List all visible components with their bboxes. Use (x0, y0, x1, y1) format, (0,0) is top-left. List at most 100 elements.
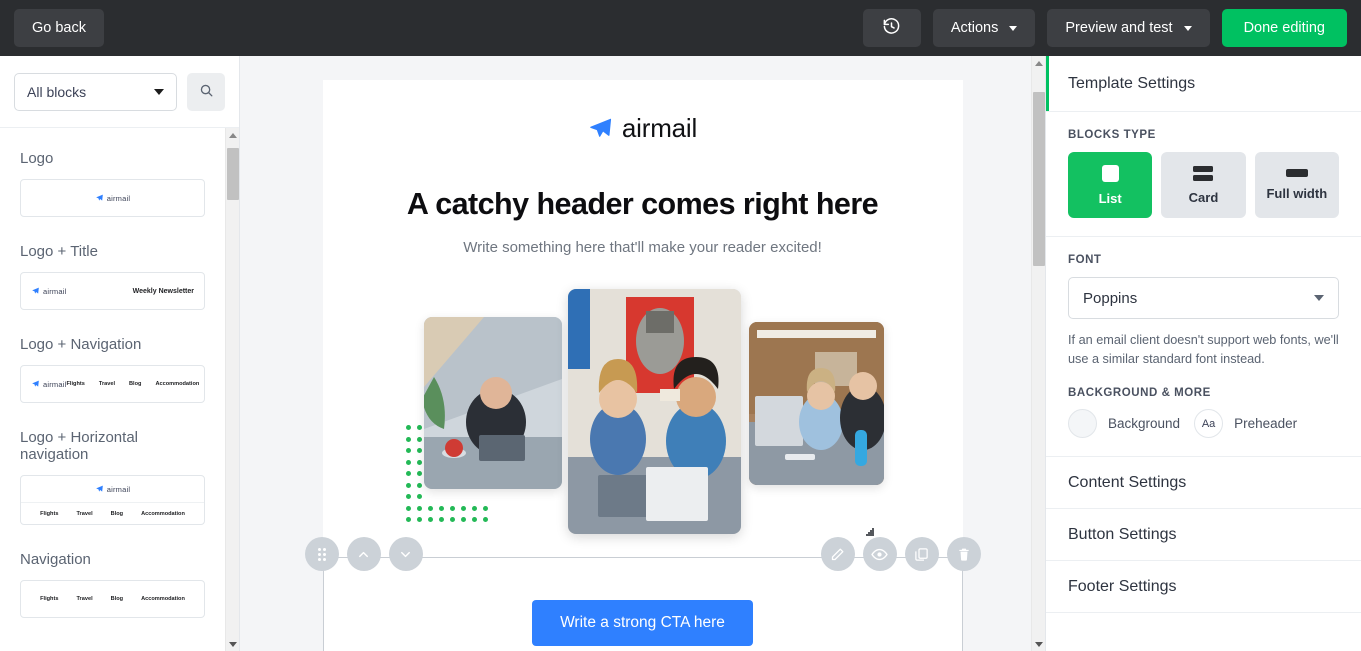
block-preview-logo[interactable]: airmail (20, 179, 205, 217)
decorative-dot (405, 448, 411, 453)
editor-body: All blocks Logo airmail Logo + Title air… (0, 56, 1361, 651)
delete-trash-icon[interactable] (946, 537, 981, 571)
footer-settings-section[interactable]: Footer Settings (1046, 561, 1361, 614)
duplicate-icon[interactable] (904, 537, 939, 571)
search-icon (199, 83, 214, 101)
scroll-up-arrow-icon[interactable] (226, 128, 240, 142)
nav-item: Accommodation (141, 596, 185, 602)
chevron-down-icon (1183, 25, 1192, 31)
block-group-title: Logo (20, 150, 54, 167)
scrollbar-track[interactable] (1032, 70, 1046, 637)
nav-item: Accommodation (141, 510, 185, 517)
scrollbar-track[interactable] (226, 142, 240, 637)
block-group-logo-horizontal-navigation: Logo + Horizontal navigation airmail Fli… (20, 429, 205, 525)
decorative-dot (416, 425, 422, 430)
block-group-title: Navigation (20, 551, 91, 568)
blocks-type-options: List Card Full width (1068, 152, 1339, 218)
blocks-type-full-width-button[interactable]: Full width (1254, 152, 1339, 218)
button-settings-section[interactable]: Button Settings (1046, 509, 1361, 562)
block-preview-logo-title[interactable]: airmail Weekly Newsletter (20, 272, 205, 310)
preheader-option[interactable]: Aa Preheader (1194, 409, 1298, 439)
block-group-logo-navigation: Logo + Navigation airmail Flights Travel (20, 336, 205, 403)
blocks-type-card-button[interactable]: Card (1161, 152, 1246, 218)
blocks-type-full-width-label: Full width (1266, 186, 1328, 201)
decorative-dot (416, 471, 422, 476)
blocks-type-list-button[interactable]: List (1068, 152, 1153, 218)
block-preview-logo-horizontal-navigation[interactable]: airmail Flights Travel Blog Accommodatio… (20, 475, 205, 525)
canvas-scrollbar[interactable] (1031, 56, 1045, 651)
move-up-icon[interactable] (346, 537, 381, 571)
email-logo-block[interactable]: airmail (323, 80, 963, 144)
block-preview-navigation[interactable]: Flights Travel Blog Accommodation (20, 580, 205, 618)
collage-photo-right[interactable] (748, 322, 884, 485)
template-settings-title: Template Settings (1068, 74, 1196, 92)
collage-photo-left[interactable] (423, 317, 562, 489)
preview-and-test-button[interactable]: Preview and test (1047, 9, 1210, 47)
chevron-down-icon (1009, 25, 1018, 31)
scroll-down-arrow-icon[interactable] (1032, 637, 1046, 651)
block-group-navigation: Navigation Flights Travel Blog Accommoda… (20, 551, 205, 618)
background-color-option[interactable]: Background (1068, 409, 1180, 439)
preview-eye-icon[interactable] (862, 537, 897, 571)
paper-plane-icon (590, 118, 611, 137)
preheader-label: Preheader (1234, 416, 1298, 432)
blocks-filter-select[interactable]: All blocks (14, 73, 177, 111)
decorative-dot (405, 436, 411, 442)
blocks-type-label: BLOCKS TYPE (1068, 129, 1156, 141)
decorative-dot (405, 505, 411, 511)
background-color-swatch[interactable] (1068, 409, 1097, 439)
edit-pencil-icon[interactable] (820, 537, 855, 571)
template-settings-header[interactable]: Template Settings (1046, 56, 1361, 112)
drag-handle-icon[interactable] (304, 537, 339, 571)
font-select[interactable]: Poppins (1068, 277, 1339, 319)
block-preview-logo-navigation[interactable]: airmail Flights Travel Blog Accommodatio… (20, 365, 205, 403)
content-settings-section[interactable]: Content Settings (1046, 457, 1361, 510)
full-width-block-icon (1285, 169, 1308, 177)
nav-item: Blog (110, 596, 124, 602)
font-fallback-note: If an email client doesn't support web f… (1068, 333, 1339, 367)
font-label: FONT (1068, 254, 1102, 266)
decorative-dot (438, 517, 444, 522)
scroll-down-arrow-icon[interactable] (226, 637, 240, 651)
collage-photo-center[interactable] (567, 289, 741, 534)
email-subheadline[interactable]: Write something here that'll make your r… (323, 239, 963, 256)
blocks-sidebar-scrollbar[interactable] (225, 128, 239, 651)
decorative-dot (416, 517, 422, 522)
airmail-logo: airmail (95, 194, 131, 203)
block-group-title: Logo + Title (20, 243, 98, 260)
font-section: FONT Poppins If an email client doesn't … (1046, 237, 1361, 458)
scrollbar-thumb[interactable] (226, 148, 239, 200)
go-back-label: Go back (32, 20, 86, 36)
email-template-editor: Go back Actions Preview and test Done ed… (0, 0, 1361, 651)
background-more-options: Background Aa Preheader (1068, 409, 1339, 439)
preview-and-test-label: Preview and test (1065, 20, 1173, 36)
block-preview-title: Weekly Newsletter (132, 287, 194, 295)
done-editing-button[interactable]: Done editing (1221, 9, 1347, 47)
resize-grip-icon[interactable] (864, 526, 875, 537)
settings-panel: Template Settings BLOCKS TYPE List Card (1045, 56, 1361, 651)
preheader-aa-icon[interactable]: Aa (1194, 409, 1224, 439)
search-blocks-button[interactable] (187, 73, 225, 111)
nav-item: Accommodation (155, 381, 200, 387)
move-down-icon[interactable] (388, 537, 423, 571)
actions-menu-button[interactable]: Actions (932, 9, 1036, 47)
scroll-up-arrow-icon[interactable] (1032, 56, 1046, 70)
block-hover-toolbar (304, 537, 981, 577)
go-back-button[interactable]: Go back (14, 9, 104, 47)
blocks-filter-value: All blocks (27, 84, 87, 100)
decorative-dot (427, 505, 433, 511)
decorative-dot (449, 517, 455, 522)
version-history-button[interactable] (862, 9, 921, 47)
font-select-value: Poppins (1083, 289, 1138, 307)
scrollbar-thumb[interactable] (1032, 92, 1045, 266)
nav-item: Blog (110, 510, 124, 517)
paper-plane-icon (32, 380, 39, 387)
nav-item: Flights (40, 596, 59, 602)
decorative-dot (416, 448, 422, 453)
decorative-dot (416, 459, 422, 465)
airmail-logo-text: airmail (43, 379, 67, 389)
block-group-title: Logo + Navigation (20, 336, 142, 353)
email-image-block[interactable] (323, 289, 963, 539)
cta-button[interactable]: Write a strong CTA here (532, 600, 753, 646)
email-headline[interactable]: A catchy header comes right here (323, 187, 963, 222)
